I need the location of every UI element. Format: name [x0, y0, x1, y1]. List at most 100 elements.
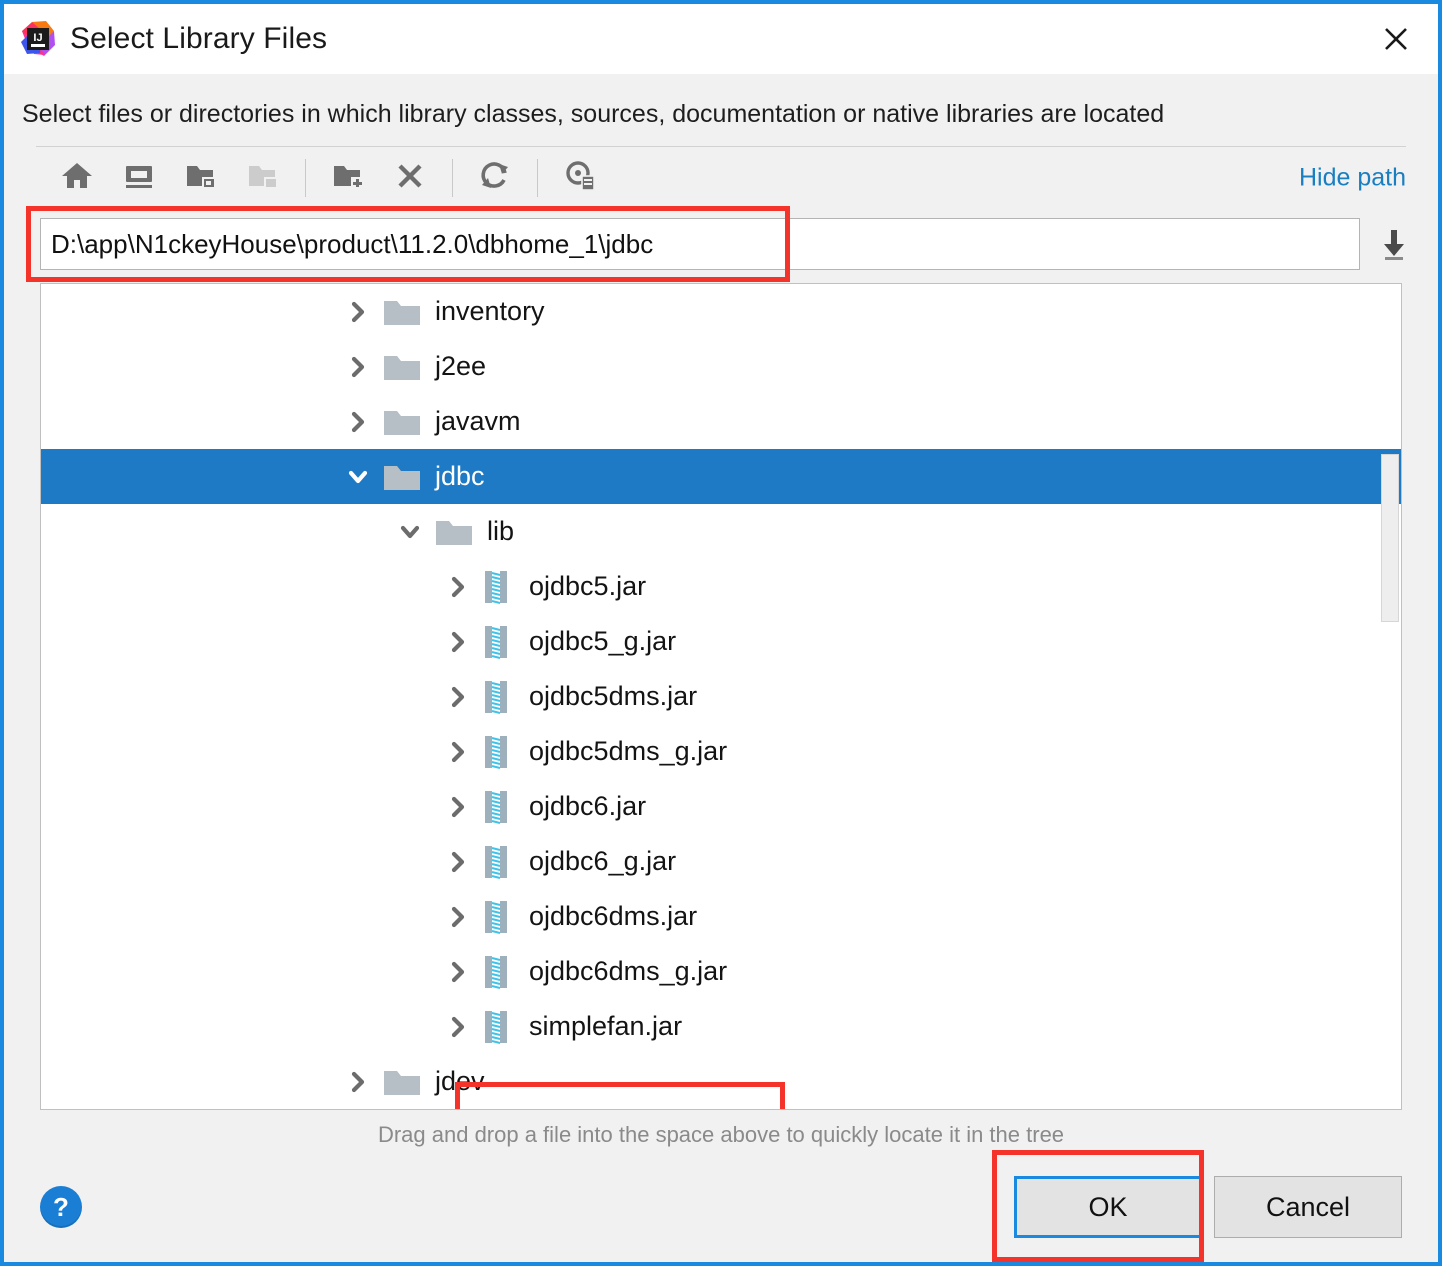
tree-row-label: ojdbc6dms.jar — [529, 901, 698, 931]
locate-file-button[interactable] — [549, 152, 611, 204]
help-button[interactable]: ? — [40, 1186, 82, 1228]
toolbar-separator — [537, 159, 538, 197]
chevron-right-icon[interactable] — [441, 955, 475, 989]
chevron-right-icon[interactable] — [441, 680, 475, 714]
chevron-down-icon[interactable] — [341, 460, 375, 494]
project-dir-button[interactable] — [170, 152, 232, 204]
folder-icon — [383, 1067, 421, 1097]
folder-icon — [435, 517, 473, 547]
delete-button[interactable] — [379, 152, 441, 204]
home-button[interactable] — [46, 152, 108, 204]
footer-buttons: OK Cancel — [992, 1150, 1402, 1262]
tree-row[interactable]: ojdbc6dms_g.jar — [41, 944, 1401, 999]
tree-row[interactable]: j2ee — [41, 339, 1401, 394]
chevron-right-icon[interactable] — [441, 1010, 475, 1044]
tree-row-label: jdbc — [435, 461, 485, 491]
toolbar: Hide path — [4, 147, 1438, 209]
desktop-icon — [122, 159, 156, 198]
download-arrow-icon[interactable] — [1368, 218, 1420, 270]
chevron-right-icon[interactable] — [441, 625, 475, 659]
chevron-right-icon[interactable] — [441, 790, 475, 824]
jar-file-icon — [483, 1010, 509, 1044]
folder-icon — [383, 462, 421, 492]
delete-x-icon — [393, 159, 427, 198]
tree-row[interactable]: ojdbc5_g.jar — [41, 614, 1401, 669]
tree-row-label: ojdbc6_g.jar — [529, 846, 677, 876]
select-library-files-dialog: IJ Select Library Files Select files or … — [0, 0, 1442, 1266]
tree-row[interactable]: ojdbc5dms_g.jar — [41, 724, 1401, 779]
drive-folder-icon — [184, 159, 218, 198]
toolbar-separator — [452, 159, 453, 197]
drag-drop-hint: Drag and drop a file into the space abov… — [377, 1122, 1065, 1147]
new-folder-icon — [331, 159, 365, 198]
tree-row-label: ojdbc5dms_g.jar — [529, 736, 728, 766]
close-icon[interactable] — [1374, 17, 1418, 61]
desktop-button[interactable] — [108, 152, 170, 204]
ok-button[interactable]: OK — [1014, 1176, 1202, 1238]
title-bar: IJ Select Library Files — [4, 4, 1438, 74]
refresh-button[interactable] — [464, 152, 526, 204]
chevron-right-icon[interactable] — [341, 350, 375, 384]
path-input[interactable] — [40, 218, 1360, 270]
folder-icon — [383, 352, 421, 382]
chevron-right-icon[interactable] — [441, 900, 475, 934]
tree-row-label: lib — [487, 516, 515, 546]
dialog-body: Select files or directories in which lib… — [4, 74, 1438, 1262]
tree-row[interactable]: ojdbc6.jar — [41, 779, 1401, 834]
tree-row-label: simplefan.jar — [529, 1011, 683, 1041]
refresh-icon — [478, 159, 512, 198]
tree-row-label: inventory — [435, 296, 545, 326]
chevron-right-icon[interactable] — [441, 735, 475, 769]
file-tree[interactable]: inventory j2ee javavm jdbc lib ojdbc5.jar ojdb… — [41, 284, 1401, 1109]
tree-row[interactable]: jdbc — [41, 449, 1401, 504]
tree-row-label: jdev — [435, 1066, 485, 1096]
tree-row-label: ojdbc6dms_g.jar — [529, 956, 728, 986]
tree-row-label: j2ee — [435, 351, 487, 381]
chevron-right-icon[interactable] — [441, 845, 475, 879]
hide-path-link[interactable]: Hide path — [1299, 164, 1406, 193]
tree-row-label: javavm — [435, 406, 521, 436]
jar-file-icon — [483, 735, 509, 769]
tree-row-label: ojdbc5dms.jar — [529, 681, 698, 711]
tree-row[interactable]: ojdbc5dms.jar — [41, 669, 1401, 724]
jar-file-icon — [483, 625, 509, 659]
locate-file-icon — [563, 159, 597, 198]
chevron-right-icon[interactable] — [341, 1065, 375, 1099]
toolbar-separator — [305, 159, 306, 197]
tree-row[interactable]: inventory — [41, 284, 1401, 339]
tree-row-label: ojdbc5_g.jar — [529, 626, 677, 656]
window-title: Select Library Files — [70, 22, 328, 55]
jar-file-icon — [483, 955, 509, 989]
tree-row[interactable]: lib — [41, 504, 1401, 559]
jar-file-icon — [483, 680, 509, 714]
jar-file-icon — [483, 900, 509, 934]
new-folder-button[interactable] — [317, 152, 379, 204]
tree-row[interactable]: javavm — [41, 394, 1401, 449]
chevron-right-icon[interactable] — [341, 405, 375, 439]
path-row — [4, 206, 1438, 282]
folder-icon — [383, 407, 421, 437]
tree-row[interactable]: ojdbc6_g.jar — [41, 834, 1401, 889]
tree-row[interactable]: jdev — [41, 1054, 1401, 1109]
tree-row[interactable]: ojdbc6dms.jar — [41, 889, 1401, 944]
tree-row-label: ojdbc6.jar — [529, 791, 647, 821]
chevron-right-icon[interactable] — [441, 570, 475, 604]
jar-file-icon — [483, 570, 509, 604]
folder-icon — [383, 297, 421, 327]
jar-file-icon — [483, 790, 509, 824]
jar-file-icon — [483, 845, 509, 879]
file-tree-panel: inventory j2ee javavm jdbc lib ojdbc5.jar ojdb… — [40, 283, 1402, 1110]
home-icon — [60, 159, 94, 198]
tree-row-label: ojdbc5.jar — [529, 571, 647, 601]
folder-up-icon — [246, 159, 280, 198]
tree-row[interactable]: simplefan.jar — [41, 999, 1401, 1054]
dialog-footer: ? OK Cancel — [4, 1150, 1438, 1262]
chevron-down-icon[interactable] — [393, 515, 427, 549]
intellij-idea-icon: IJ — [20, 21, 56, 57]
tree-row[interactable]: ojdbc5.jar — [41, 559, 1401, 614]
dialog-subtitle: Select files or directories in which lib… — [22, 100, 1165, 128]
hide-folder-button[interactable] — [232, 152, 294, 204]
vertical-scrollbar[interactable] — [1381, 454, 1399, 622]
cancel-button[interactable]: Cancel — [1214, 1176, 1402, 1238]
chevron-right-icon[interactable] — [341, 295, 375, 329]
